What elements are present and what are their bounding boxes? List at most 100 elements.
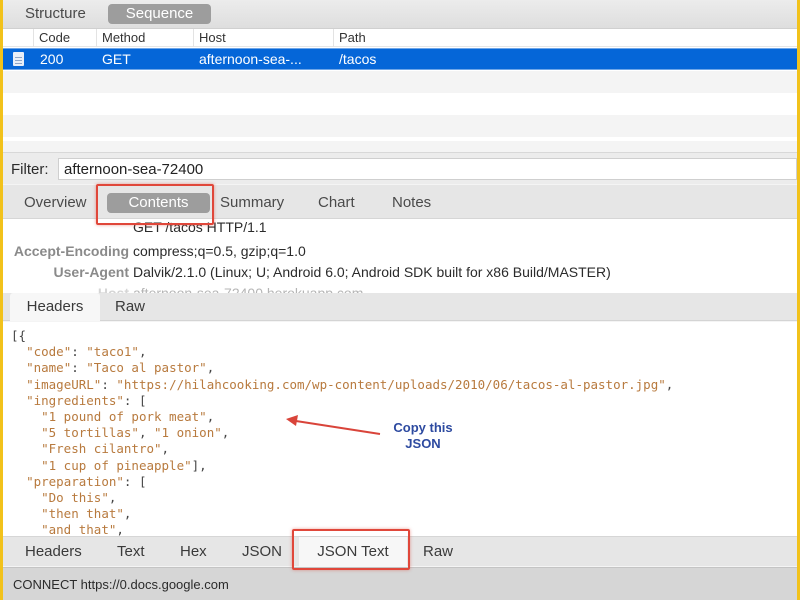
request-table: Code Method Host Path 200 GET afternoon-…	[3, 29, 797, 141]
cell-host: afternoon-sea-...	[199, 51, 302, 67]
column-header-code[interactable]: Code	[33, 29, 70, 47]
json-punctuation	[11, 490, 41, 505]
json-punctuation	[11, 344, 26, 359]
json-line: "preparation": [	[11, 474, 146, 490]
json-string: "code"	[26, 344, 72, 360]
json-line: "imageURL": "https://hilahcooking.com/wp…	[11, 377, 673, 393]
json-punctuation: [{	[11, 328, 27, 343]
json-line: "1 pound of pork meat",	[11, 409, 214, 425]
annotation-text-line2: JSON	[405, 436, 441, 451]
json-line: "code": "taco1",	[11, 344, 147, 360]
tab-summary[interactable]: Summary	[220, 193, 284, 213]
json-line: "and that",	[11, 522, 124, 536]
column-header-path[interactable]: Path	[333, 29, 366, 47]
empty-row	[3, 115, 797, 137]
json-punctuation: ,	[138, 425, 155, 441]
response-tab-raw[interactable]: Raw	[423, 537, 453, 567]
status-text: CONNECT https://0.docs.google.com	[13, 577, 229, 592]
json-punctuation: ,	[116, 522, 124, 536]
cell-method: GET	[102, 51, 131, 67]
json-punctuation	[11, 522, 41, 536]
json-punctuation: ,	[221, 425, 230, 441]
json-punctuation: ,	[665, 376, 674, 392]
view-sequence-button[interactable]: Sequence	[108, 4, 211, 24]
json-line: "5 tortillas", "1 onion",	[11, 425, 229, 441]
response-tab-headers[interactable]: Headers	[25, 537, 82, 567]
json-punctuation: ,	[206, 409, 215, 424]
json-punctuation: ,	[138, 344, 147, 360]
response-tab-text[interactable]: Text	[117, 537, 145, 567]
response-tab-hex[interactable]: Hex	[180, 537, 207, 567]
json-punctuation	[11, 474, 26, 489]
filter-label: Filter:	[11, 161, 49, 178]
document-icon	[13, 52, 24, 66]
json-punctuation: : [	[123, 473, 147, 489]
annotation-text-line1: Copy this	[393, 420, 453, 435]
header-key: Host	[97, 285, 129, 293]
request-headers-panel: GET /tacos HTTP/1.1 Accept-Encoding comp…	[3, 219, 797, 293]
json-string: "https://hilahcooking.com/wp-content/upl…	[116, 376, 666, 392]
json-string: "then that"	[41, 506, 124, 522]
status-bar: CONNECT https://0.docs.google.com	[3, 567, 797, 600]
filter-input[interactable]	[58, 158, 797, 180]
json-string: "Fresh cilantro"	[41, 441, 162, 457]
filter-bar: Filter:	[3, 152, 797, 184]
view-switch: Structure Sequence	[3, 0, 797, 29]
view-structure-button[interactable]: Structure	[13, 4, 98, 24]
json-punctuation	[11, 506, 41, 521]
json-string: "Taco al pastor"	[86, 360, 207, 376]
empty-row	[3, 93, 797, 115]
table-row[interactable]: 200 GET afternoon-sea-... /tacos	[3, 48, 797, 70]
json-punctuation: ],	[191, 457, 207, 473]
header-row: Accept-Encoding compress;q=0.5, gzip;q=1…	[3, 241, 797, 261]
tab-overview[interactable]: Overview	[24, 193, 87, 213]
request-tab-raw[interactable]: Raw	[115, 293, 145, 321]
header-key: Accept-Encoding	[13, 243, 129, 259]
json-line: "Do this",	[11, 490, 116, 506]
tab-contents[interactable]: Contents	[107, 193, 210, 213]
request-line: GET /tacos HTTP/1.1	[133, 219, 267, 235]
json-line: "Fresh cilantro",	[11, 441, 169, 457]
json-punctuation: :	[71, 360, 87, 376]
json-punctuation	[11, 377, 26, 392]
json-punctuation	[11, 360, 26, 375]
json-line: "1 cup of pineapple"],	[11, 458, 207, 474]
column-header-host[interactable]: Host	[193, 29, 226, 47]
request-subtabs: Headers Raw	[3, 293, 797, 321]
cell-code: 200	[40, 51, 64, 67]
annotation-arrow-icon	[286, 415, 381, 435]
json-punctuation	[11, 441, 41, 456]
json-punctuation: ,	[161, 441, 170, 457]
response-tab-json-text[interactable]: JSON Text	[299, 537, 407, 567]
header-value: compress;q=0.5, gzip;q=1.0	[133, 243, 306, 259]
detail-tabs: Overview Contents Summary Chart Notes	[3, 185, 797, 219]
json-string: "taco1"	[86, 344, 139, 360]
json-string: "imageURL"	[26, 376, 102, 392]
header-row: User-Agent Dalvik/2.1.0 (Linux; U; Andro…	[3, 262, 797, 282]
table-header: Code Method Host Path	[3, 29, 797, 47]
empty-row	[3, 137, 797, 141]
header-key: User-Agent	[53, 264, 129, 280]
json-string: "preparation"	[26, 473, 124, 489]
window-border-left	[0, 0, 3, 600]
json-line: "ingredients": [	[11, 393, 146, 409]
response-tab-json[interactable]: JSON	[242, 537, 282, 567]
json-punctuation: :	[101, 376, 117, 392]
json-punctuation: :	[71, 344, 87, 360]
json-punctuation	[11, 458, 41, 473]
json-punctuation: ,	[206, 360, 215, 376]
json-string: "and that"	[41, 522, 117, 536]
json-punctuation: ,	[108, 490, 117, 505]
tab-chart[interactable]: Chart	[318, 193, 355, 213]
json-punctuation: : [	[123, 392, 147, 408]
json-string: "5 tortillas"	[41, 425, 139, 441]
json-string: "1 cup of pineapple"	[41, 457, 192, 473]
json-string: "1 pound of pork meat"	[41, 409, 207, 424]
request-tab-headers[interactable]: Headers	[10, 293, 100, 321]
json-string: "1 onion"	[154, 425, 222, 441]
response-subtabs: Headers Text Hex JSON JSON Text Raw	[3, 536, 797, 567]
cell-path: /tacos	[339, 51, 377, 67]
tab-notes[interactable]: Notes	[392, 193, 431, 213]
column-header-method[interactable]: Method	[96, 29, 145, 47]
json-punctuation	[11, 393, 26, 408]
